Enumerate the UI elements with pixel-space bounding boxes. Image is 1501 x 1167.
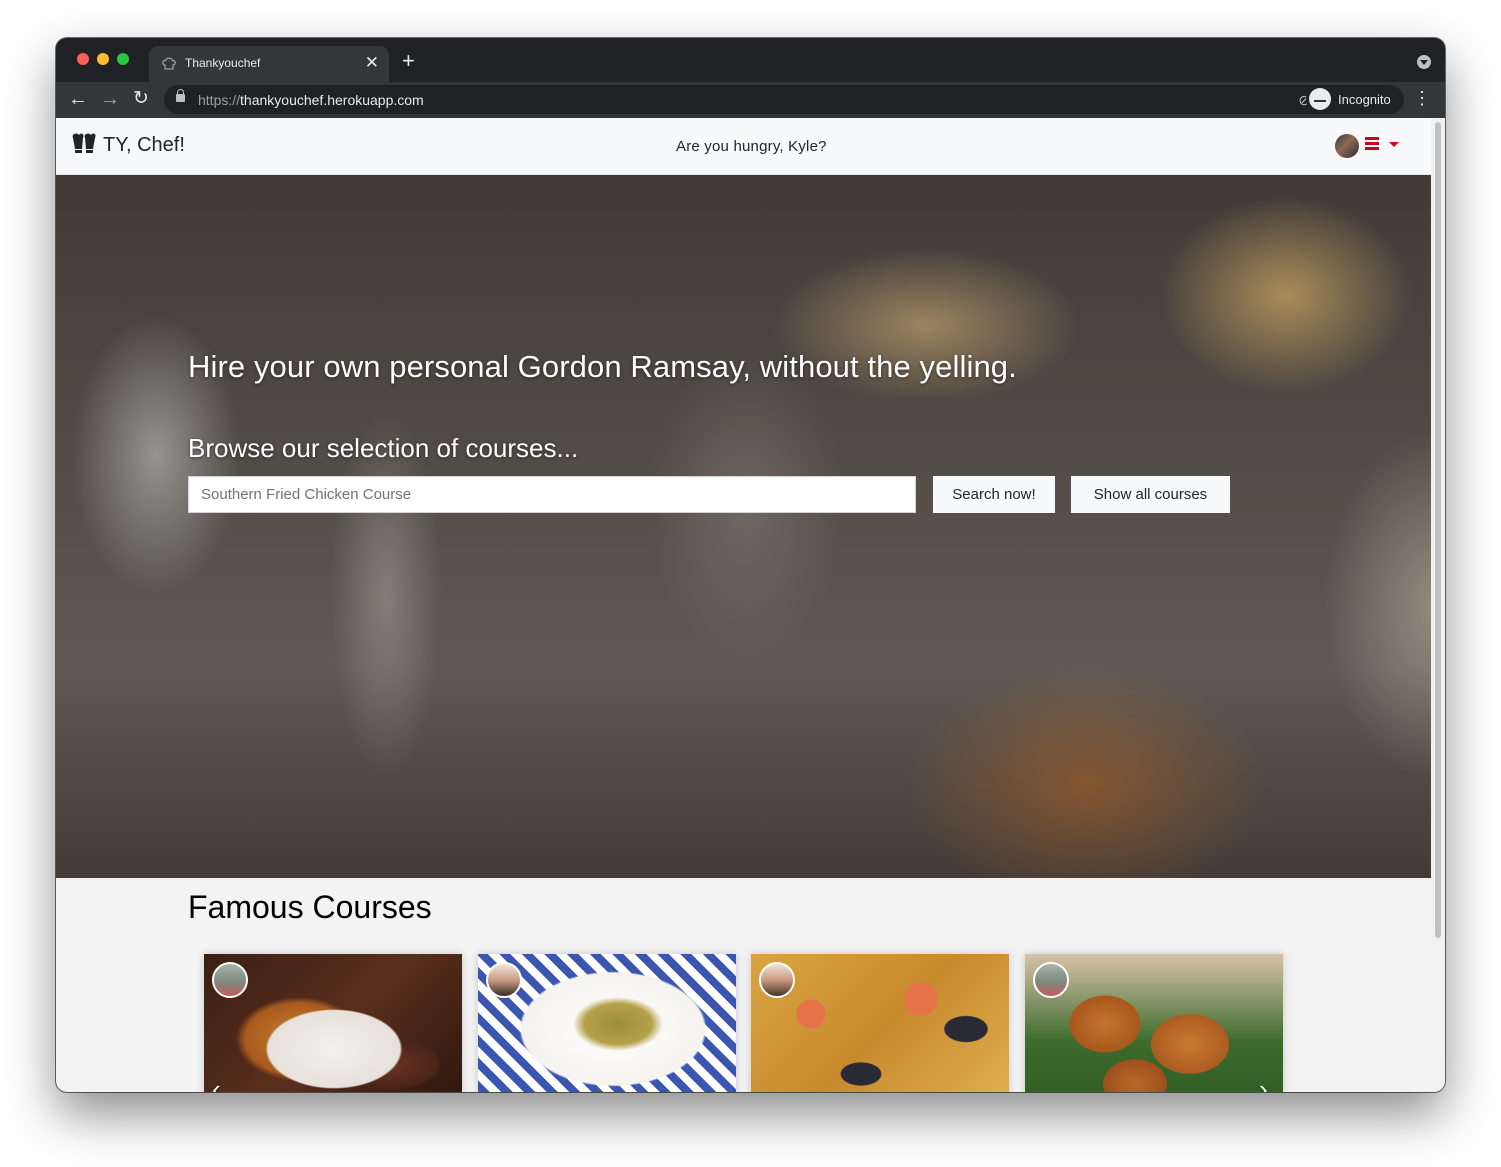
chef-hats-icon[interactable]: [71, 132, 97, 156]
tab-search-icon[interactable]: [1417, 55, 1431, 69]
back-icon[interactable]: ←: [68, 88, 88, 110]
incognito-icon: [1309, 88, 1331, 110]
browser-tab[interactable]: Thankyouchef ✕: [149, 46, 389, 82]
page-viewport: TY, Chef! Are you hungry, Kyle? Hire you…: [56, 118, 1445, 1092]
famous-courses-title: Famous Courses: [188, 889, 432, 925]
chef-avatar[interactable]: [212, 962, 248, 998]
page-scrollbar[interactable]: [1431, 118, 1445, 1092]
course-card[interactable]: [751, 954, 1009, 1092]
show-all-courses-button[interactable]: Show all courses: [1071, 476, 1230, 513]
minimize-window-button[interactable]: [97, 53, 109, 65]
course-card[interactable]: [478, 954, 736, 1092]
scrollbar-thumb[interactable]: [1435, 122, 1441, 938]
tab-title: Thankyouchef: [185, 56, 261, 70]
url-text: https://thankyouchef.herokuapp.com: [198, 92, 424, 108]
chevron-left-icon[interactable]: ‹: [212, 1074, 221, 1092]
hamburger-icon[interactable]: [1365, 137, 1379, 150]
greeting-text: Are you hungry, Kyle?: [676, 138, 827, 155]
chef-favicon-icon: [162, 57, 176, 70]
chef-avatar[interactable]: [1033, 962, 1069, 998]
lock-icon[interactable]: [176, 89, 185, 102]
chevron-right-icon[interactable]: ›: [1259, 1074, 1268, 1092]
kebab-menu-icon[interactable]: ⋮: [1413, 88, 1431, 108]
hero-subheading: Browse our selection of courses...: [188, 433, 579, 463]
hero-heading: Hire your own personal Gordon Ramsay, wi…: [188, 349, 1017, 384]
browser-toolbar: ← → ↻ https://thankyouchef.herokuapp.com…: [56, 82, 1445, 118]
course-card[interactable]: [204, 954, 462, 1092]
search-now-button[interactable]: Search now!: [933, 476, 1055, 513]
user-avatar[interactable]: [1335, 134, 1359, 158]
brand-link[interactable]: TY, Chef!: [103, 134, 185, 157]
chef-avatar[interactable]: [486, 962, 522, 998]
forward-icon[interactable]: →: [100, 88, 120, 110]
site-navbar: TY, Chef! Are you hungry, Kyle?: [56, 118, 1431, 175]
url-host: thankyouchef.herokuapp.com: [240, 92, 424, 108]
address-bar[interactable]: https://thankyouchef.herokuapp.com ⊘ ☆: [164, 85, 1361, 114]
browser-window: Thankyouchef ✕ + ← → ↻ https://thankyouc…: [56, 38, 1445, 1092]
incognito-profile-button[interactable]: Incognito: [1306, 85, 1404, 114]
close-icon[interactable]: ✕: [365, 54, 379, 72]
url-scheme: https://: [198, 92, 241, 108]
hero-banner: Hire your own personal Gordon Ramsay, wi…: [56, 175, 1431, 878]
hero-overlay: [56, 175, 1431, 878]
course-card[interactable]: [1025, 954, 1283, 1092]
reload-icon[interactable]: ↻: [133, 88, 149, 110]
chef-avatar[interactable]: [759, 962, 795, 998]
incognito-label: Incognito: [1338, 92, 1391, 107]
course-search-input[interactable]: [188, 476, 916, 513]
tab-strip: Thankyouchef ✕ +: [56, 38, 1445, 82]
close-window-button[interactable]: [77, 53, 89, 65]
chevron-down-icon[interactable]: [1389, 142, 1399, 147]
plus-icon[interactable]: +: [402, 50, 415, 72]
maximize-window-button[interactable]: [117, 53, 129, 65]
